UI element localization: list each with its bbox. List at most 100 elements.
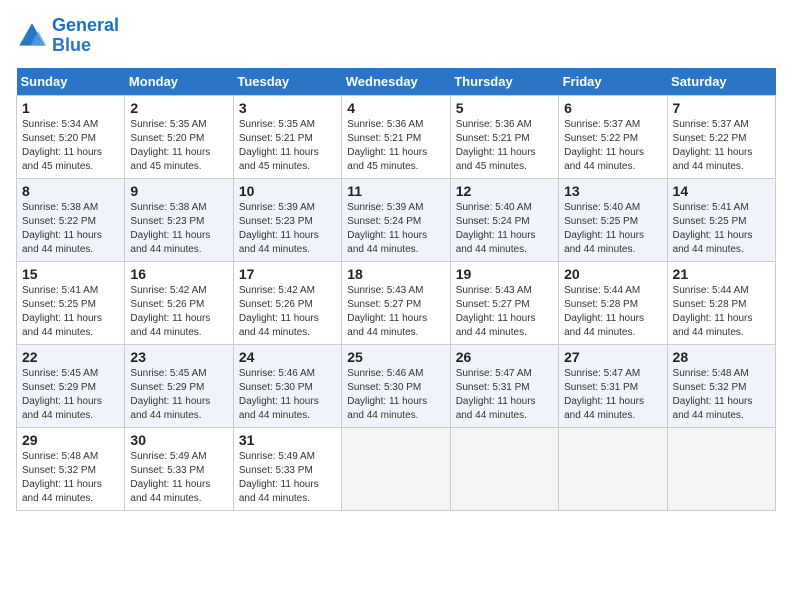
calendar-cell: 3 Sunrise: 5:35 AMSunset: 5:21 PMDayligh… [233,95,341,178]
day-number: 25 [347,349,444,365]
calendar-cell: 27 Sunrise: 5:47 AMSunset: 5:31 PMDaylig… [559,344,667,427]
day-number: 4 [347,100,444,116]
day-info: Sunrise: 5:35 AMSunset: 5:21 PMDaylight:… [239,118,336,174]
calendar-cell: 4 Sunrise: 5:36 AMSunset: 5:21 PMDayligh… [342,95,450,178]
day-number: 22 [22,349,119,365]
day-info: Sunrise: 5:41 AMSunset: 5:25 PMDaylight:… [22,284,119,340]
calendar-cell: 13 Sunrise: 5:40 AMSunset: 5:25 PMDaylig… [559,178,667,261]
day-info: Sunrise: 5:47 AMSunset: 5:31 PMDaylight:… [564,367,661,423]
day-number: 20 [564,266,661,282]
day-info: Sunrise: 5:47 AMSunset: 5:31 PMDaylight:… [456,367,553,423]
calendar-cell: 6 Sunrise: 5:37 AMSunset: 5:22 PMDayligh… [559,95,667,178]
day-info: Sunrise: 5:40 AMSunset: 5:24 PMDaylight:… [456,201,553,257]
day-info: Sunrise: 5:43 AMSunset: 5:27 PMDaylight:… [347,284,444,340]
day-info: Sunrise: 5:39 AMSunset: 5:24 PMDaylight:… [347,201,444,257]
day-number: 12 [456,183,553,199]
day-info: Sunrise: 5:39 AMSunset: 5:23 PMDaylight:… [239,201,336,257]
day-number: 19 [456,266,553,282]
day-info: Sunrise: 5:48 AMSunset: 5:32 PMDaylight:… [22,450,119,506]
calendar-week-2: 8 Sunrise: 5:38 AMSunset: 5:22 PMDayligh… [17,178,776,261]
calendar-table: SundayMondayTuesdayWednesdayThursdayFrid… [16,68,776,511]
day-info: Sunrise: 5:40 AMSunset: 5:25 PMDaylight:… [564,201,661,257]
day-info: Sunrise: 5:34 AMSunset: 5:20 PMDaylight:… [22,118,119,174]
day-info: Sunrise: 5:45 AMSunset: 5:29 PMDaylight:… [130,367,227,423]
day-number: 30 [130,432,227,448]
day-info: Sunrise: 5:42 AMSunset: 5:26 PMDaylight:… [239,284,336,340]
calendar-cell: 19 Sunrise: 5:43 AMSunset: 5:27 PMDaylig… [450,261,558,344]
calendar-cell: 20 Sunrise: 5:44 AMSunset: 5:28 PMDaylig… [559,261,667,344]
day-number: 29 [22,432,119,448]
calendar-cell: 1 Sunrise: 5:34 AMSunset: 5:20 PMDayligh… [17,95,125,178]
calendar-cell: 26 Sunrise: 5:47 AMSunset: 5:31 PMDaylig… [450,344,558,427]
calendar-week-1: 1 Sunrise: 5:34 AMSunset: 5:20 PMDayligh… [17,95,776,178]
day-number: 26 [456,349,553,365]
day-header-sunday: Sunday [17,68,125,96]
calendar-cell: 25 Sunrise: 5:46 AMSunset: 5:30 PMDaylig… [342,344,450,427]
day-number: 10 [239,183,336,199]
calendar-cell: 15 Sunrise: 5:41 AMSunset: 5:25 PMDaylig… [17,261,125,344]
calendar-cell: 29 Sunrise: 5:48 AMSunset: 5:32 PMDaylig… [17,427,125,510]
calendar-cell: 21 Sunrise: 5:44 AMSunset: 5:28 PMDaylig… [667,261,775,344]
calendar-header-row: SundayMondayTuesdayWednesdayThursdayFrid… [17,68,776,96]
day-number: 14 [673,183,770,199]
calendar-cell: 9 Sunrise: 5:38 AMSunset: 5:23 PMDayligh… [125,178,233,261]
day-number: 28 [673,349,770,365]
day-number: 31 [239,432,336,448]
day-info: Sunrise: 5:37 AMSunset: 5:22 PMDaylight:… [564,118,661,174]
calendar-cell [559,427,667,510]
day-number: 8 [22,183,119,199]
calendar-cell: 22 Sunrise: 5:45 AMSunset: 5:29 PMDaylig… [17,344,125,427]
day-number: 15 [22,266,119,282]
day-info: Sunrise: 5:44 AMSunset: 5:28 PMDaylight:… [564,284,661,340]
day-number: 2 [130,100,227,116]
day-info: Sunrise: 5:36 AMSunset: 5:21 PMDaylight:… [347,118,444,174]
day-number: 5 [456,100,553,116]
logo-text: General Blue [52,16,119,56]
day-info: Sunrise: 5:46 AMSunset: 5:30 PMDaylight:… [347,367,444,423]
calendar-cell: 12 Sunrise: 5:40 AMSunset: 5:24 PMDaylig… [450,178,558,261]
calendar-week-5: 29 Sunrise: 5:48 AMSunset: 5:32 PMDaylig… [17,427,776,510]
day-number: 6 [564,100,661,116]
calendar-cell [667,427,775,510]
calendar-cell: 10 Sunrise: 5:39 AMSunset: 5:23 PMDaylig… [233,178,341,261]
calendar-cell: 24 Sunrise: 5:46 AMSunset: 5:30 PMDaylig… [233,344,341,427]
day-number: 27 [564,349,661,365]
day-number: 11 [347,183,444,199]
day-info: Sunrise: 5:42 AMSunset: 5:26 PMDaylight:… [130,284,227,340]
logo-icon [16,20,48,52]
day-info: Sunrise: 5:46 AMSunset: 5:30 PMDaylight:… [239,367,336,423]
calendar-week-3: 15 Sunrise: 5:41 AMSunset: 5:25 PMDaylig… [17,261,776,344]
calendar-cell: 28 Sunrise: 5:48 AMSunset: 5:32 PMDaylig… [667,344,775,427]
day-info: Sunrise: 5:36 AMSunset: 5:21 PMDaylight:… [456,118,553,174]
calendar-cell: 31 Sunrise: 5:49 AMSunset: 5:33 PMDaylig… [233,427,341,510]
day-info: Sunrise: 5:38 AMSunset: 5:23 PMDaylight:… [130,201,227,257]
day-header-friday: Friday [559,68,667,96]
calendar-cell: 7 Sunrise: 5:37 AMSunset: 5:22 PMDayligh… [667,95,775,178]
day-number: 13 [564,183,661,199]
calendar-cell: 18 Sunrise: 5:43 AMSunset: 5:27 PMDaylig… [342,261,450,344]
calendar-cell: 17 Sunrise: 5:42 AMSunset: 5:26 PMDaylig… [233,261,341,344]
day-header-wednesday: Wednesday [342,68,450,96]
calendar-cell: 16 Sunrise: 5:42 AMSunset: 5:26 PMDaylig… [125,261,233,344]
day-info: Sunrise: 5:38 AMSunset: 5:22 PMDaylight:… [22,201,119,257]
calendar-week-4: 22 Sunrise: 5:45 AMSunset: 5:29 PMDaylig… [17,344,776,427]
calendar-cell: 23 Sunrise: 5:45 AMSunset: 5:29 PMDaylig… [125,344,233,427]
day-header-saturday: Saturday [667,68,775,96]
calendar-body: 1 Sunrise: 5:34 AMSunset: 5:20 PMDayligh… [17,95,776,510]
page-header: General Blue [16,16,776,56]
day-info: Sunrise: 5:49 AMSunset: 5:33 PMDaylight:… [239,450,336,506]
day-info: Sunrise: 5:45 AMSunset: 5:29 PMDaylight:… [22,367,119,423]
day-number: 21 [673,266,770,282]
calendar-cell [342,427,450,510]
day-number: 18 [347,266,444,282]
logo: General Blue [16,16,119,56]
day-info: Sunrise: 5:35 AMSunset: 5:20 PMDaylight:… [130,118,227,174]
day-info: Sunrise: 5:44 AMSunset: 5:28 PMDaylight:… [673,284,770,340]
day-number: 3 [239,100,336,116]
day-number: 23 [130,349,227,365]
calendar-cell: 14 Sunrise: 5:41 AMSunset: 5:25 PMDaylig… [667,178,775,261]
day-number: 7 [673,100,770,116]
calendar-cell: 11 Sunrise: 5:39 AMSunset: 5:24 PMDaylig… [342,178,450,261]
day-number: 17 [239,266,336,282]
day-header-thursday: Thursday [450,68,558,96]
